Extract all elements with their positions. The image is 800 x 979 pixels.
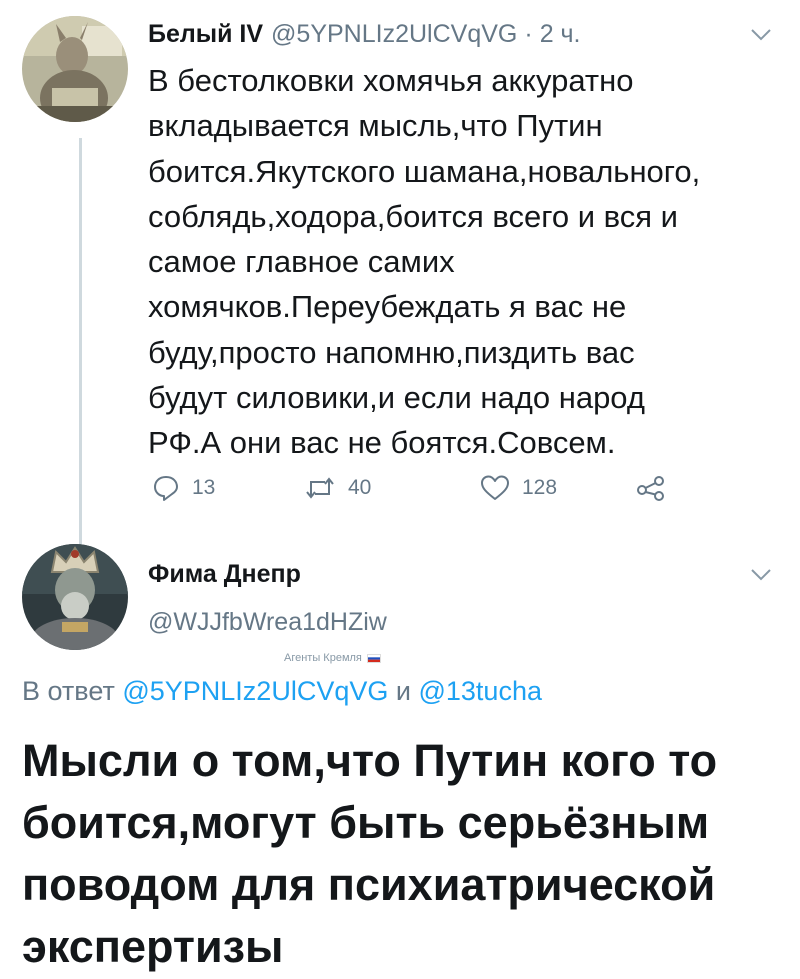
tweet-text-line: Мысли о том,что Путин кого то [22, 735, 718, 786]
tweet-text-line: соблядь,ходора,боится всего и вся и [148, 198, 678, 234]
author-name[interactable]: Фима Днепр [148, 560, 301, 589]
badge-label: Агенты Кремля [284, 652, 362, 664]
tweet-text-line: вкладывается мысль,что Путин [148, 108, 603, 144]
mention-link[interactable]: @5YPNLIz2UlCVqVG [122, 676, 388, 706]
separator: · [524, 19, 533, 48]
mention-link[interactable]: @13tucha [418, 676, 542, 706]
like-count: 128 [522, 476, 558, 499]
tweet-text-line: В бестолковки хомячья аккуратно [148, 63, 634, 98]
tweet-text-line: боится,могут быть серьёзным [22, 797, 710, 848]
tweet-text: В бестолковки хомячья аккуратно вкладыва… [148, 58, 788, 466]
chevron-down-icon[interactable] [750, 28, 772, 42]
author-name[interactable]: Белый IV [148, 20, 263, 49]
tweet-actions: 13 40 128 [148, 470, 688, 506]
tweet-text-line: экспертизы [22, 921, 284, 972]
avatar[interactable] [22, 16, 128, 122]
tweet-text-line: будут силовики,и если надо народ [148, 380, 645, 416]
share-icon [637, 476, 664, 501]
reply-button[interactable]: 13 [152, 470, 215, 506]
tweet-text-line: буду,просто напомню,пиздить вас [148, 334, 635, 370]
retweet-icon [306, 477, 334, 499]
reply-prefix: В ответ [22, 676, 115, 706]
tweet-text-line: поводом для психиатрической [22, 859, 716, 910]
thread-connector-line [79, 138, 82, 553]
tweet-text-line: РФ.А они вас не боятся.Совсем. [148, 425, 616, 461]
author-handle[interactable]: @WJJfbWrea1dHZiw [148, 608, 387, 637]
reply-conjunction: и [395, 676, 411, 706]
tweet-text: Мысли о том,что Путин кого то боится,мог… [22, 730, 792, 978]
chevron-down-icon[interactable] [750, 568, 772, 582]
like-button[interactable]: 128 [480, 470, 557, 506]
avatar[interactable] [22, 544, 128, 650]
tweet-text-line: хомячков.Переубеждать я вас не [148, 289, 627, 325]
timestamp[interactable]: 2 ч. [540, 20, 581, 49]
russian-flag-icon [366, 653, 381, 663]
retweet-button[interactable]: 40 [304, 470, 371, 506]
tweet-text-line: боится.Якутского шамана,новального, [148, 153, 701, 189]
heart-icon [481, 475, 509, 500]
tweet-text-line: самое главное самих [148, 244, 455, 280]
retweet-count: 40 [348, 476, 372, 499]
share-button[interactable] [636, 470, 678, 506]
reply-context: В ответ @5YPNLIz2UlCVqVG и @13tucha [22, 676, 542, 707]
reply-icon [154, 476, 178, 501]
profile-badge: Агенты Кремля [284, 652, 381, 664]
author-handle[interactable]: @5YPNLIz2UlCVqVG [271, 20, 517, 49]
reply-count: 13 [192, 476, 216, 499]
